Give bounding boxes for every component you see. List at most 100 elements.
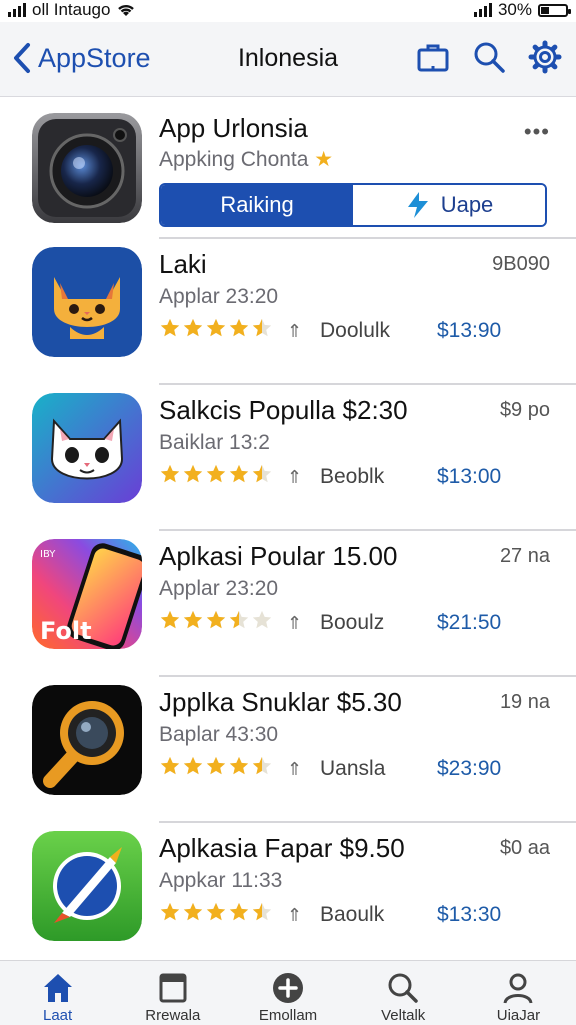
star-icon bbox=[229, 464, 249, 483]
star-icon bbox=[183, 318, 203, 337]
tab-window[interactable]: Rrewala bbox=[115, 961, 230, 1025]
price-button[interactable]: $23:90 bbox=[437, 757, 501, 781]
row-divider bbox=[159, 383, 576, 385]
tab-add-label: Emollam bbox=[258, 1007, 318, 1024]
app-list: App Urlonsia Appking Chonta ★ ••• Raikin… bbox=[0, 97, 576, 967]
bolt-icon bbox=[407, 192, 428, 218]
app-name: Salkcis Populla $2:30 bbox=[159, 395, 408, 425]
folt-app-icon: IBY Folt bbox=[32, 539, 142, 649]
magnifier-app-icon bbox=[32, 685, 142, 795]
star-icon bbox=[229, 318, 249, 337]
folt-icon-corner: IBY bbox=[40, 549, 56, 560]
download-label[interactable]: Booulz bbox=[320, 611, 384, 635]
row-divider bbox=[159, 237, 576, 239]
signal-icon bbox=[8, 3, 26, 17]
segment-update-label: Uape bbox=[440, 192, 494, 217]
star-icon bbox=[252, 610, 272, 629]
star-icon bbox=[252, 756, 272, 775]
star-icon bbox=[206, 756, 226, 775]
cat-white-app-icon bbox=[32, 393, 142, 503]
price-button[interactable]: $21:50 bbox=[437, 611, 501, 635]
featured-app-name: App Urlonsia bbox=[159, 113, 308, 143]
bag-icon[interactable] bbox=[416, 40, 450, 74]
download-label[interactable]: Uansla bbox=[320, 757, 385, 781]
app-name: Laki bbox=[159, 249, 207, 279]
star-rating bbox=[159, 317, 273, 339]
star-rating bbox=[159, 609, 273, 631]
folt-icon-label: Folt bbox=[40, 617, 92, 645]
star-icon bbox=[206, 318, 226, 337]
battery-icon bbox=[538, 3, 571, 17]
window-icon bbox=[159, 973, 187, 1003]
star-rating bbox=[159, 901, 273, 923]
segment-update[interactable]: Uape bbox=[353, 185, 545, 225]
row-divider bbox=[159, 821, 576, 823]
upload-icon: ⇑ bbox=[287, 613, 303, 633]
star-icon bbox=[160, 610, 180, 629]
more-button[interactable]: ••• bbox=[524, 119, 550, 145]
list-item[interactable]: IBY Folt Aplkasi Poular 15.00 27 na Applar 2… bbox=[0, 529, 576, 675]
tab-home[interactable]: Laat bbox=[0, 961, 115, 1025]
row-divider bbox=[159, 675, 576, 677]
app-name: Jpplka Snuklar $5.30 bbox=[159, 687, 402, 717]
back-button[interactable]: AppStore bbox=[12, 42, 151, 74]
list-item[interactable]: Aplkasia Fapar $9.50 $0 aa Appkar 11:33 ⇑ Ba… bbox=[0, 821, 576, 967]
star-rating bbox=[159, 755, 273, 777]
person-icon bbox=[503, 973, 533, 1004]
list-item[interactable]: Laki 9B090 Applar 23:20 ⇑ Doolulk $13:90 bbox=[0, 237, 576, 383]
price-button[interactable]: $13:90 bbox=[437, 319, 501, 343]
star-icon bbox=[206, 610, 226, 629]
status-bar: oll Intaugo 30% bbox=[0, 0, 576, 20]
camera-app-icon bbox=[32, 113, 142, 223]
star-icon bbox=[183, 902, 203, 921]
segment-ranking[interactable]: Raiking bbox=[161, 185, 353, 225]
app-subtitle: Baiklar 13:2 bbox=[159, 431, 270, 454]
star-icon bbox=[229, 610, 249, 629]
tab-add[interactable]: Emollam bbox=[230, 961, 345, 1025]
star-icon bbox=[183, 610, 203, 629]
star-icon bbox=[229, 756, 249, 775]
signal-icon bbox=[473, 3, 492, 17]
price-button[interactable]: $13:30 bbox=[437, 903, 501, 927]
tab-profile[interactable]: UiaJar bbox=[461, 961, 576, 1025]
upload-icon: ⇑ bbox=[287, 759, 303, 779]
star-icon bbox=[183, 464, 203, 483]
upload-icon: ⇑ bbox=[287, 321, 303, 341]
list-item[interactable]: Jpplka Snuklar $5.30 19 na Baplar 43:30 ⇑ Ua… bbox=[0, 675, 576, 821]
app-name: Aplkasi Poular 15.00 bbox=[159, 541, 398, 571]
app-name: Aplkasia Fapar $9.50 bbox=[159, 833, 405, 863]
upload-icon: ⇑ bbox=[287, 467, 303, 487]
download-label[interactable]: Beoblk bbox=[320, 465, 384, 489]
star-icon bbox=[252, 464, 272, 483]
list-item[interactable]: Salkcis Populla $2:30 $9 po Baiklar 13:2 ⇑ B… bbox=[0, 383, 576, 529]
app-meta: 19 na bbox=[499, 691, 550, 713]
search-icon bbox=[388, 973, 418, 1003]
wifi-icon bbox=[118, 4, 135, 16]
star-icon bbox=[252, 318, 272, 337]
home-icon bbox=[43, 974, 72, 1002]
carrier-label: oll Intaugo bbox=[32, 0, 111, 19]
star-icon bbox=[252, 902, 272, 921]
plus-circle-icon bbox=[273, 973, 303, 1003]
search-icon[interactable] bbox=[472, 40, 506, 74]
gear-icon[interactable] bbox=[528, 40, 562, 74]
tab-search[interactable]: Veltalk bbox=[346, 961, 461, 1025]
download-label[interactable]: Doolulk bbox=[320, 319, 390, 343]
star-icon bbox=[160, 902, 180, 921]
star-icon bbox=[160, 318, 180, 337]
download-label[interactable]: Baoulk bbox=[320, 903, 384, 927]
star-icon bbox=[160, 464, 180, 483]
star-icon bbox=[206, 902, 226, 921]
featured-app-subtitle: Appking Chonta ★ bbox=[159, 148, 334, 171]
rocket-app-icon bbox=[32, 831, 142, 941]
nav-bar: AppStore Inlonesia bbox=[0, 22, 576, 97]
price-button[interactable]: $13:00 bbox=[437, 465, 501, 489]
star-rating bbox=[159, 463, 273, 485]
app-meta: $0 aa bbox=[499, 837, 550, 859]
tab-search-label: Veltalk bbox=[381, 1007, 426, 1024]
featured-app[interactable]: App Urlonsia Appking Chonta ★ ••• Raikin… bbox=[0, 97, 576, 237]
app-subtitle: Applar 23:20 bbox=[159, 285, 279, 308]
tab-bar: Laat Rrewala Emollam Veltalk UiaJar bbox=[0, 960, 576, 1025]
battery-percent: 30% bbox=[497, 0, 532, 19]
star-icon bbox=[183, 756, 203, 775]
